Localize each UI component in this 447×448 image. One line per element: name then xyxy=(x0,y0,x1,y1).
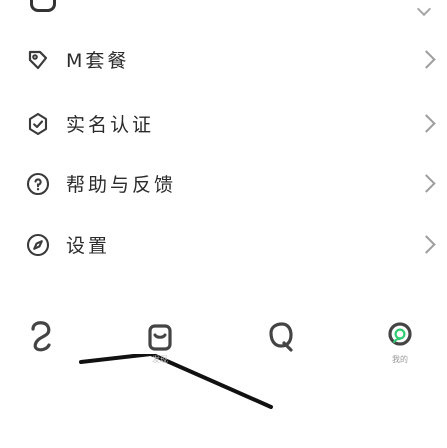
chevron-right-icon xyxy=(417,50,436,69)
tab-search[interactable] xyxy=(260,316,300,372)
menu-item-help[interactable]: 帮助与反馈 xyxy=(0,160,447,208)
menu-item-package[interactable]: M套餐 xyxy=(0,36,447,84)
chevron-right-icon xyxy=(417,114,436,133)
menu-item-label: 设置 xyxy=(66,235,111,257)
rounded-square-icon xyxy=(30,0,56,12)
tab-discover[interactable]: 发现 xyxy=(140,316,180,372)
menu-item-label: M套餐 xyxy=(66,50,130,72)
menu-item-settings[interactable]: 设置 xyxy=(0,221,447,269)
annotation-arrow xyxy=(75,352,335,444)
chevron-right-icon xyxy=(417,174,436,193)
tag-icon xyxy=(26,48,50,72)
menu-item-label: 实名认证 xyxy=(66,114,155,136)
tab-discover-label: 发现 xyxy=(152,355,168,364)
top-partial-row[interactable] xyxy=(0,0,447,24)
menu-item-label: 帮助与反馈 xyxy=(66,174,177,196)
chevron-down-icon xyxy=(416,1,432,17)
info-circle-icon xyxy=(26,172,50,196)
compass-icon xyxy=(26,233,50,257)
tab-home[interactable] xyxy=(21,316,61,372)
badge-check-icon xyxy=(26,112,50,136)
tab-profile[interactable]: 我的 xyxy=(380,316,420,372)
tab-profile-label: 我的 xyxy=(392,355,408,364)
menu-item-verification[interactable]: 实名认证 xyxy=(0,100,447,148)
chevron-right-icon xyxy=(417,235,436,254)
